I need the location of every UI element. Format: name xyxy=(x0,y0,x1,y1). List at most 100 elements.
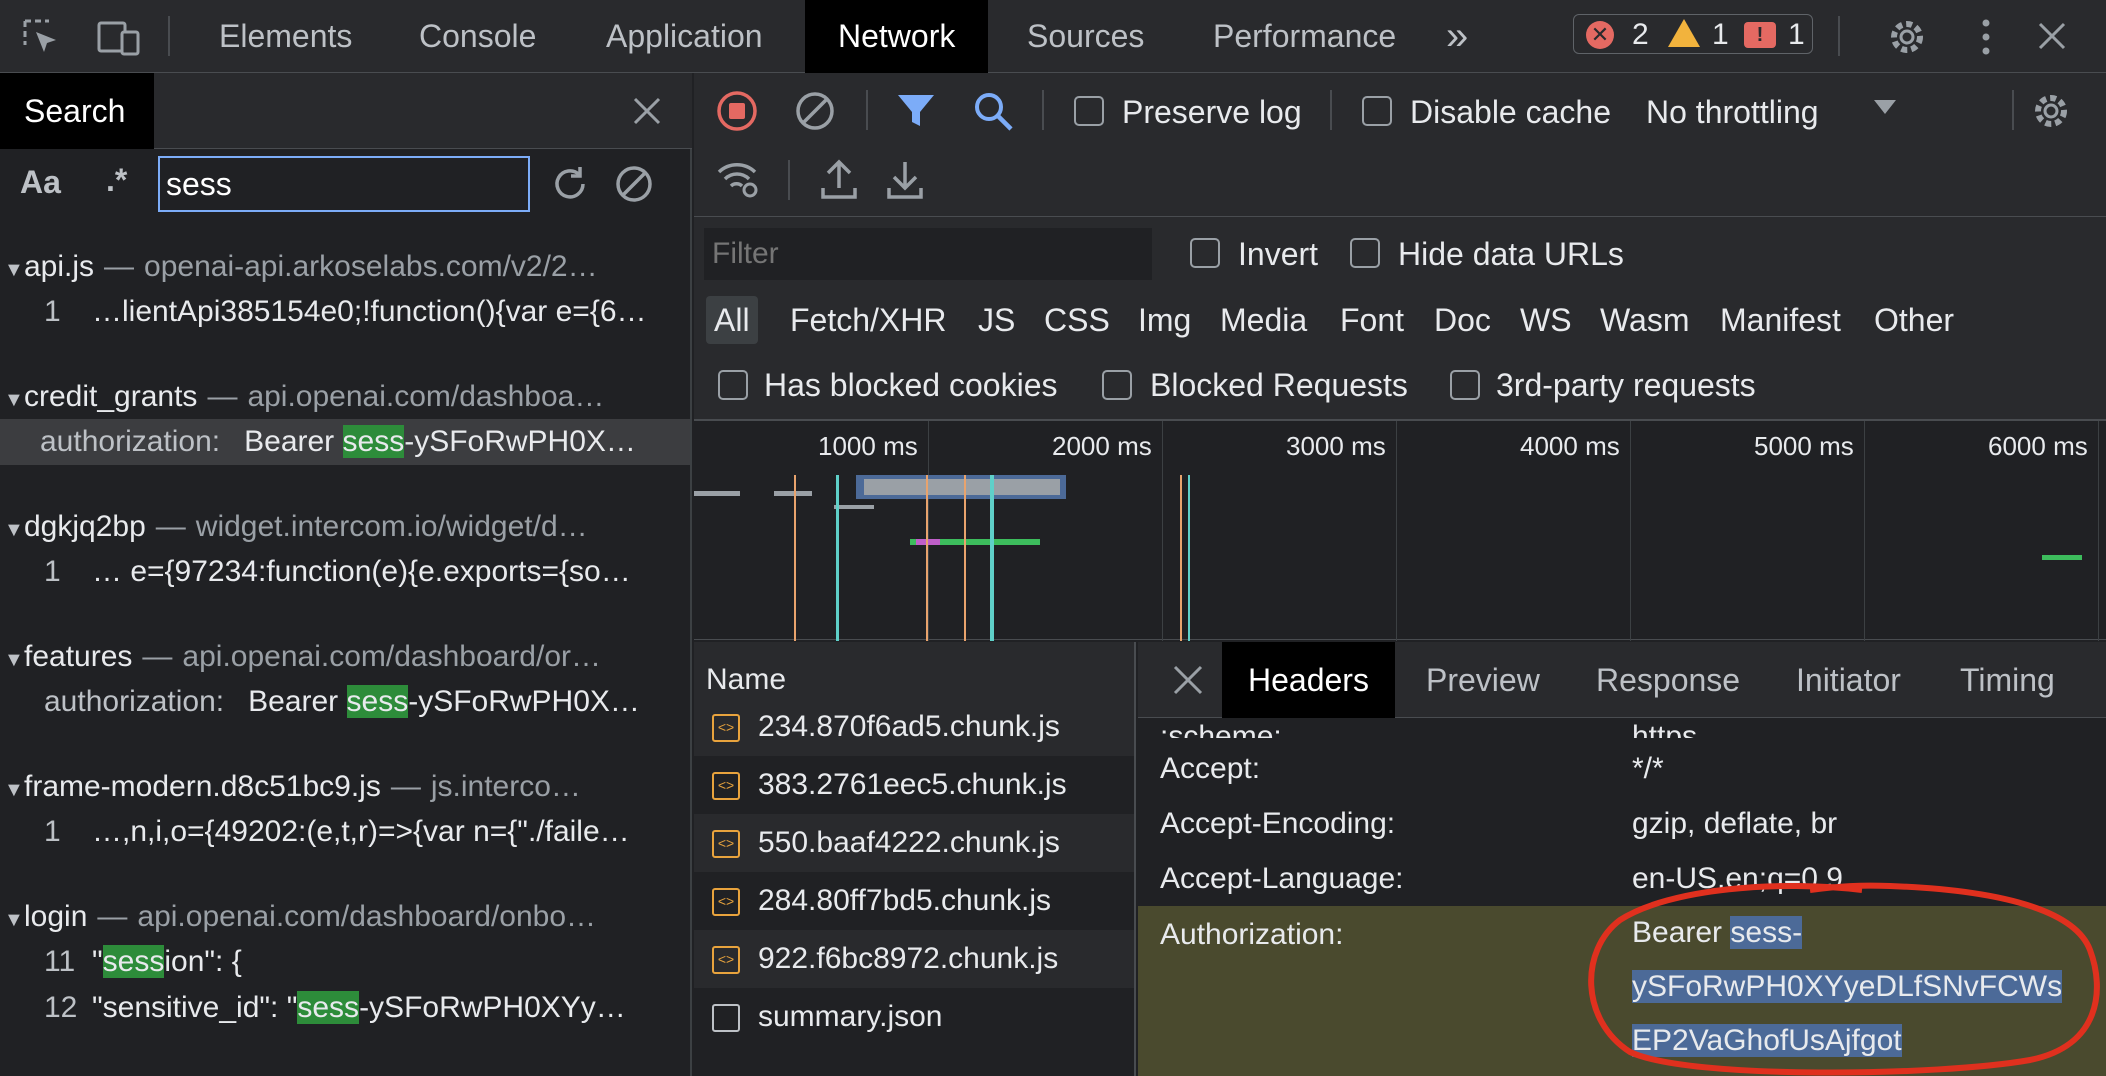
type-filter-fetch-xhr[interactable]: Fetch/XHR xyxy=(790,296,946,344)
issue-count: 1 xyxy=(1788,18,1805,51)
type-filter-font[interactable]: Font xyxy=(1340,296,1404,344)
table-row[interactable]: summary.json xyxy=(694,988,1134,1046)
warning-count: 1 xyxy=(1712,18,1729,51)
type-filter-doc[interactable]: Doc xyxy=(1434,296,1491,344)
close-search-icon[interactable] xyxy=(632,96,662,126)
error-count: 2 xyxy=(1632,18,1649,51)
collapse-triangle-icon: ▼ xyxy=(4,909,24,931)
filter-input[interactable] xyxy=(704,228,1152,280)
table-row[interactable]: <> 922.f6bc8972.chunk.js xyxy=(694,930,1134,988)
request-rows: <> 234.870f6ad5.chunk.js <> 383.2761eec5.c… xyxy=(694,698,1134,1046)
tab-application[interactable]: Application xyxy=(606,0,763,73)
type-filter-css[interactable]: CSS xyxy=(1044,296,1110,344)
preserve-log-label: Preserve log xyxy=(1122,94,1302,130)
collapse-triangle-icon: ▼ xyxy=(4,779,24,801)
type-filter-img[interactable]: Img xyxy=(1138,296,1191,344)
script-file-icon: <> xyxy=(712,714,740,743)
collapse-triangle-icon: ▼ xyxy=(4,519,24,541)
result-file[interactable]: ▼features — api.openai.com/dashboard/or… xyxy=(4,635,684,679)
timeline-bars xyxy=(694,421,2106,641)
invert-checkbox[interactable] xyxy=(1190,238,1220,268)
more-options-icon[interactable] xyxy=(1980,16,1992,58)
type-filter-other[interactable]: Other xyxy=(1874,296,1954,344)
table-row[interactable]: <> 234.870f6ad5.chunk.js xyxy=(694,698,1134,756)
script-file-icon: <> xyxy=(712,830,740,859)
network-timeline-overview[interactable]: 1000 ms 2000 ms 3000 ms 4000 ms 5000 ms … xyxy=(694,420,2106,641)
header-name: Accept: xyxy=(1160,752,1261,785)
type-filter-all[interactable]: All xyxy=(706,296,758,344)
result-line[interactable]: 11 "session": { xyxy=(4,939,684,985)
more-tabs-icon[interactable]: » xyxy=(1446,0,1468,73)
third-party-requests-checkbox[interactable] xyxy=(1450,370,1480,400)
regex-toggle[interactable]: .* xyxy=(106,162,127,199)
refresh-search-icon[interactable] xyxy=(550,164,590,204)
chevron-down-icon[interactable] xyxy=(1874,100,1896,114)
request-list: Name <> 234.870f6ad5.chunk.js <> 383.2761e… xyxy=(694,642,1136,1076)
search-icon[interactable] xyxy=(972,90,1014,132)
result-file[interactable]: ▼frame-modern.d8c51bc9.js — js.interco… xyxy=(4,765,684,809)
export-har-icon[interactable] xyxy=(886,158,924,200)
blocked-requests-checkbox[interactable] xyxy=(1102,370,1132,400)
has-blocked-cookies-label: Has blocked cookies xyxy=(764,367,1058,403)
network-settings-gear-icon[interactable] xyxy=(2030,90,2072,132)
script-file-icon: <> xyxy=(712,888,740,917)
table-row[interactable]: <> 383.2761eec5.chunk.js xyxy=(694,756,1134,814)
result-line[interactable]: 12 "sensitive_id": "sess-ySFoRwPH0XYy… xyxy=(4,985,684,1031)
table-row[interactable]: <> 284.80ff7bd5.chunk.js xyxy=(694,872,1134,930)
result-line[interactable]: 1… e={97234:function(e){e.exports={so… xyxy=(4,549,684,595)
document-file-icon xyxy=(712,1004,740,1033)
header-value: gzip, deflate, br xyxy=(1632,807,1838,840)
warning-icon xyxy=(1668,19,1700,47)
result-file[interactable]: ▼login — api.openai.com/dashboard/onbo… xyxy=(4,895,684,939)
clear-search-icon[interactable] xyxy=(614,164,654,204)
type-filter-ws[interactable]: WS xyxy=(1520,296,1572,344)
tab-sources[interactable]: Sources xyxy=(1027,0,1144,73)
result-line[interactable]: authorization: Bearer sess-ySFoRwPH0X… xyxy=(0,419,690,465)
header-name: Authorization: xyxy=(1160,918,1344,951)
stop-recording-icon[interactable] xyxy=(716,90,758,132)
issue-icon: ! xyxy=(1744,22,1776,48)
has-blocked-cookies-checkbox[interactable] xyxy=(718,370,748,400)
type-filter-media[interactable]: Media xyxy=(1220,296,1307,344)
result-line[interactable]: authorization: Bearer sess-ySFoRwPH0X… xyxy=(4,679,684,725)
header-value: https xyxy=(1632,720,1698,738)
match-case-toggle[interactable]: Aa xyxy=(20,164,61,201)
filter-funnel-icon[interactable] xyxy=(896,92,936,130)
device-toggle-icon[interactable] xyxy=(96,18,142,58)
disable-cache-checkbox[interactable] xyxy=(1362,96,1392,126)
clear-log-icon[interactable] xyxy=(794,90,836,132)
inspect-element-icon[interactable] xyxy=(22,18,62,58)
header-value: */* xyxy=(1632,752,1664,785)
tab-network[interactable]: Network xyxy=(805,0,989,73)
tab-console[interactable]: Console xyxy=(419,0,536,73)
hide-data-urls-checkbox[interactable] xyxy=(1350,238,1380,268)
close-devtools-icon[interactable] xyxy=(2036,20,2068,52)
hide-data-urls-label: Hide data URLs xyxy=(1398,236,1624,272)
type-filter-manifest[interactable]: Manifest xyxy=(1720,296,1841,344)
search-tab[interactable]: Search xyxy=(0,73,154,149)
result-file[interactable]: ▼dgkjq2bp — widget.intercom.io/widget/d… xyxy=(4,505,684,549)
result-line[interactable]: 1 …,n,i,o={49202:(e,t,r)=>{var n={"./fail… xyxy=(4,809,684,855)
search-input[interactable] xyxy=(158,156,530,212)
blocked-requests-label: Blocked Requests xyxy=(1150,367,1408,403)
annotation-circle xyxy=(1560,880,2106,1076)
script-file-icon: <> xyxy=(712,946,740,975)
header-row: :scheme: https xyxy=(1138,698,2106,738)
result-file[interactable]: ▼credit_grants — api.openai.com/dashboa… xyxy=(4,375,684,419)
table-row[interactable]: <> 550.baaf4222.chunk.js xyxy=(694,814,1134,872)
settings-gear-icon[interactable] xyxy=(1886,16,1928,58)
tab-performance[interactable]: Performance xyxy=(1213,0,1396,73)
result-file[interactable]: ▼api.js — openai-api.arkoselabs.com/v2/2… xyxy=(4,245,684,289)
tab-elements[interactable]: Elements xyxy=(219,0,352,73)
result-line[interactable]: 1 …lientApi385154e0;!function(){var e={6… xyxy=(4,289,684,335)
close-detail-icon[interactable] xyxy=(1172,664,1204,696)
network-conditions-icon[interactable] xyxy=(716,160,760,198)
preserve-log-checkbox[interactable] xyxy=(1074,96,1104,126)
import-har-icon[interactable] xyxy=(820,158,858,200)
throttling-select[interactable]: No throttling xyxy=(1646,92,1819,132)
type-filter-js[interactable]: JS xyxy=(978,296,1015,344)
console-status-badges[interactable]: ✕ 2 1 ! 1 xyxy=(1573,14,1813,54)
type-filter-wasm[interactable]: Wasm xyxy=(1600,296,1689,344)
header-name: Accept-Language: xyxy=(1160,862,1404,895)
header-name: Accept-Encoding: xyxy=(1160,807,1396,840)
